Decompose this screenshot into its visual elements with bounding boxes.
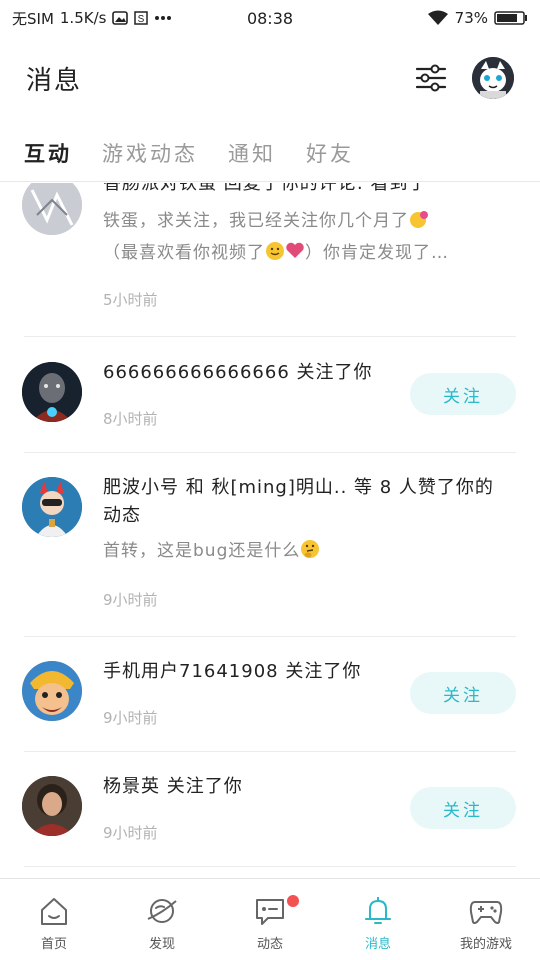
avatar[interactable] [22, 362, 82, 422]
message-list[interactable]: 香肠派对铁蛋 回复了你的评论: 看到了 铁蛋，求关注，我已经关注你几个月了 （最… [0, 183, 540, 877]
divider [24, 336, 516, 337]
status-bar: 无SIM 1.5K/s S 08:38 73% [0, 0, 540, 36]
follow-button[interactable]: 关注 [410, 373, 516, 415]
message-body-text: 铁蛋，求关注，我已经关注你几个月了 [103, 211, 409, 231]
smile-emoji-icon [266, 242, 284, 260]
message-title: 肥波小号 和 秋[ming]明山.. 等 8 人赞了你的 [103, 477, 494, 498]
hug-emoji-icon [410, 211, 428, 228]
nav-feed[interactable]: 动态 [216, 879, 324, 960]
message-title: 手机用户71641908 关注了你 [103, 661, 362, 682]
avatar[interactable] [22, 776, 82, 836]
nav-my-games[interactable]: 我的游戏 [432, 879, 540, 960]
message-body-text: （最喜欢看你视频了 [103, 243, 265, 263]
avatar[interactable] [22, 477, 82, 537]
message-title: 杨景英 关注了你 [103, 776, 243, 797]
message-body-line: 铁蛋，求关注，我已经关注你几个月了 [103, 205, 510, 237]
message-time: 9小时前 [103, 709, 158, 727]
header-actions [414, 57, 514, 99]
home-icon [36, 893, 72, 929]
avatar[interactable] [22, 661, 82, 721]
nav-messages[interactable]: 消息 [324, 879, 432, 960]
bottom-nav: 首页 发现 动态 消息 我的游戏 [0, 878, 540, 960]
message-title: 香肠派对铁蛋 回复了你的评论: 看到了 [103, 183, 428, 194]
nav-label: 我的游戏 [459, 937, 512, 952]
list-item[interactable]: 肥波小号 和 秋[ming]明山.. 等 8 人赞了你的 动态 首转，这是bug… [0, 453, 540, 637]
page-title: 消息 [26, 65, 83, 96]
list-item[interactable]: 手机用户71641908 关注了你 9小时前 关注 [0, 637, 540, 752]
chat-icon [252, 893, 288, 929]
thinking-emoji-icon [301, 540, 320, 558]
message-time: 9小时前 [103, 591, 158, 609]
nav-discover[interactable]: 发现 [108, 879, 216, 960]
follow-button[interactable]: 关注 [410, 787, 516, 829]
message-time: 5小时前 [103, 291, 158, 309]
nav-label: 发现 [148, 937, 175, 952]
nav-label: 动态 [256, 937, 283, 952]
list-item[interactable]: 香肠派对铁蛋 回复了你的评论: 看到了 铁蛋，求关注，我已经关注你几个月了 （最… [0, 183, 540, 337]
message-body-text: 首转，这是bug还是什么 [103, 541, 301, 561]
message-time: 9小时前 [103, 824, 158, 842]
tab-game-updates[interactable]: 游戏动态 [102, 138, 198, 168]
nav-label: 消息 [364, 937, 391, 952]
list-item[interactable]: 杨景英 关注了你 9小时前 关注 [0, 752, 540, 867]
bell-icon [360, 893, 396, 929]
tab-bar: 互动 游戏动态 通知 好友 [0, 124, 540, 182]
heart-emoji-icon [286, 242, 304, 258]
message-title: 666666666666666 关注了你 [103, 362, 373, 383]
message-body-text: ）你肯定发现了… [305, 243, 449, 263]
avatar[interactable] [22, 183, 82, 235]
planet-icon [144, 893, 180, 929]
message-time: 8小时前 [103, 410, 158, 428]
message-body-line: （最喜欢看你视频了 ）你肯定发现了… [103, 237, 510, 269]
user-avatar[interactable] [472, 57, 514, 99]
tab-friends[interactable]: 好友 [306, 138, 354, 168]
header: 消息 [0, 36, 540, 120]
nav-home[interactable]: 首页 [0, 879, 108, 960]
sliders-icon [415, 64, 447, 92]
status-time: 08:38 [246, 8, 294, 28]
tab-notifications[interactable]: 通知 [228, 138, 276, 168]
notification-dot [287, 895, 299, 907]
divider [24, 866, 516, 867]
nav-label: 首页 [40, 937, 67, 952]
message-body-line: 首转，这是bug还是什么 [103, 535, 510, 567]
message-title-line2: 动态 [103, 505, 141, 526]
follow-button[interactable]: 关注 [410, 672, 516, 714]
tab-interaction[interactable]: 互动 [24, 138, 72, 168]
list-item[interactable]: 666666666666666 关注了你 8小时前 关注 [0, 338, 540, 453]
filter-button[interactable] [414, 61, 448, 95]
gamepad-icon [468, 893, 504, 929]
